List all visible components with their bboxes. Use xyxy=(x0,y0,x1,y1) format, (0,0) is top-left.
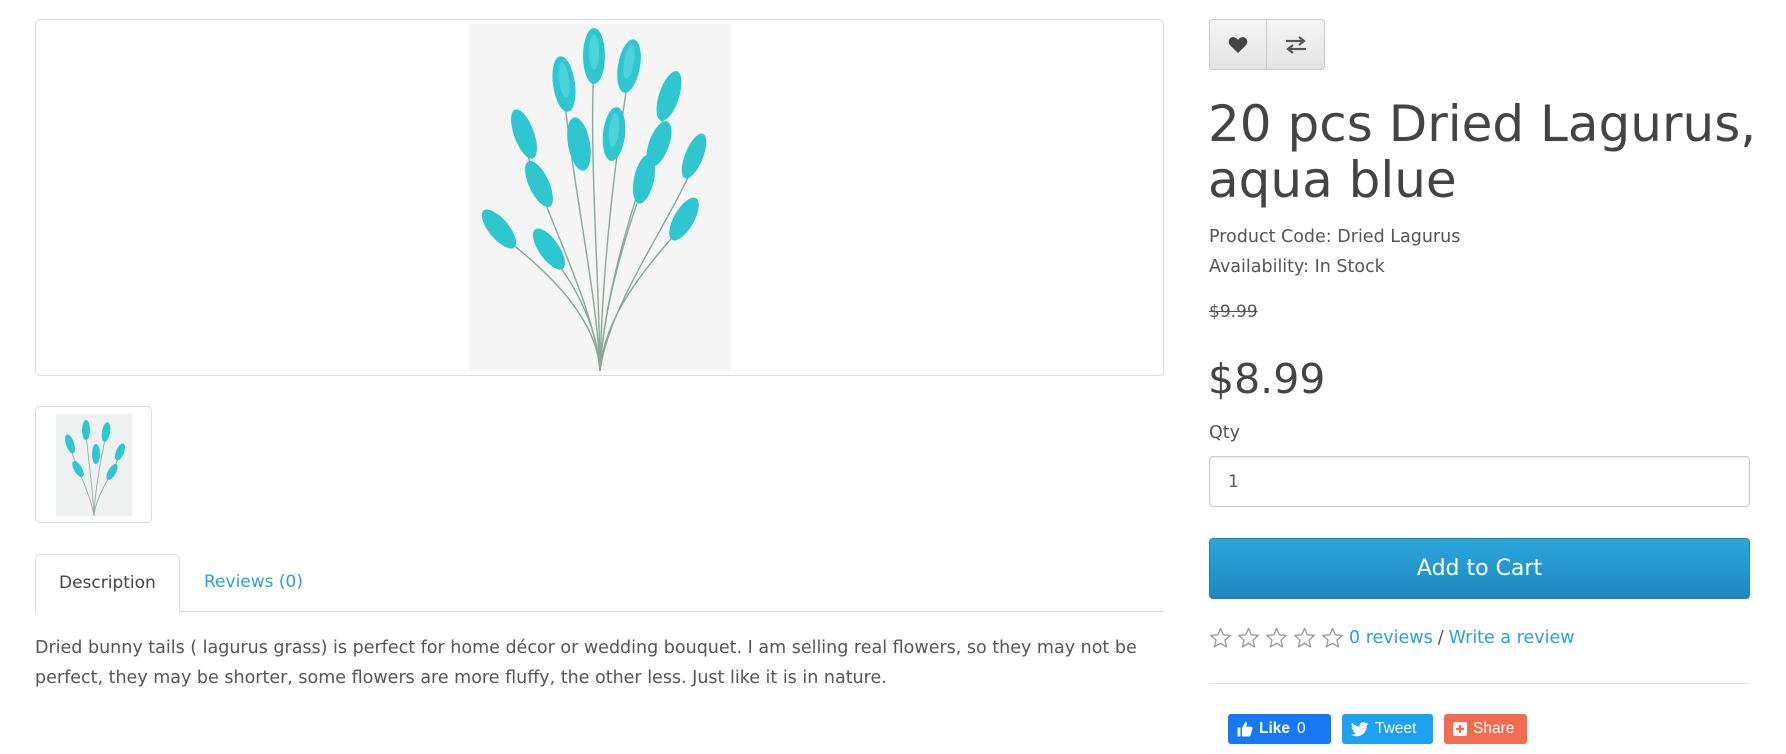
star-empty-icon xyxy=(1209,627,1232,649)
star-empty-icon xyxy=(1237,627,1260,649)
star-empty-icon xyxy=(1293,627,1316,649)
reviews-count-link[interactable]: 0 reviews xyxy=(1349,628,1433,648)
twitter-bird-icon xyxy=(1351,721,1369,736)
star-empty-icon xyxy=(1265,627,1288,649)
add-to-wishlist-button[interactable] xyxy=(1209,19,1267,70)
tab-description[interactable]: Description xyxy=(35,554,180,613)
compare-button[interactable] xyxy=(1267,19,1325,70)
main-product-image[interactable] xyxy=(35,19,1164,376)
quantity-input[interactable] xyxy=(1209,456,1750,507)
rating-separator: / xyxy=(1437,628,1444,648)
heart-icon xyxy=(1228,36,1248,53)
thumbnail-photo xyxy=(55,413,132,516)
product-title: 20 pcs Dried Lagurus, aqua blue xyxy=(1208,95,1757,209)
write-review-link[interactable]: Write a review xyxy=(1449,628,1575,648)
product-thumbnail[interactable] xyxy=(35,406,152,523)
tab-reviews[interactable]: Reviews (0) xyxy=(181,554,326,612)
share-label: Share xyxy=(1473,720,1515,737)
social-share-row: Like 0 Tweet Share xyxy=(1228,714,1538,744)
plus-square-icon xyxy=(1453,722,1467,736)
availability: Availability: In Stock xyxy=(1209,257,1385,277)
product-action-buttons xyxy=(1209,19,1325,70)
tweet-label: Tweet xyxy=(1375,720,1417,737)
divider xyxy=(1209,683,1750,684)
product-code: Product Code: Dried Lagurus xyxy=(1209,227,1461,247)
price: $8.99 xyxy=(1208,355,1326,403)
product-photo xyxy=(468,24,731,371)
tweet-button[interactable]: Tweet xyxy=(1342,714,1433,744)
rating-row: 0 reviews / Write a review xyxy=(1209,624,1575,652)
facebook-like-button[interactable]: Like 0 xyxy=(1228,714,1331,744)
old-price: $9.99 xyxy=(1209,302,1258,322)
product-tabs: Description Reviews (0) xyxy=(35,554,1164,613)
exchange-icon xyxy=(1285,35,1306,54)
like-count: 0 xyxy=(1297,720,1306,737)
star-empty-icon xyxy=(1321,627,1344,649)
add-to-cart-button[interactable]: Add to Cart xyxy=(1209,538,1750,599)
thumbs-up-icon xyxy=(1237,721,1253,737)
like-label: Like xyxy=(1259,720,1291,737)
product-description: Dried bunny tails ( lagurus grass) is pe… xyxy=(35,638,1137,688)
share-button[interactable]: Share xyxy=(1444,714,1527,744)
qty-label: Qty xyxy=(1209,423,1240,443)
